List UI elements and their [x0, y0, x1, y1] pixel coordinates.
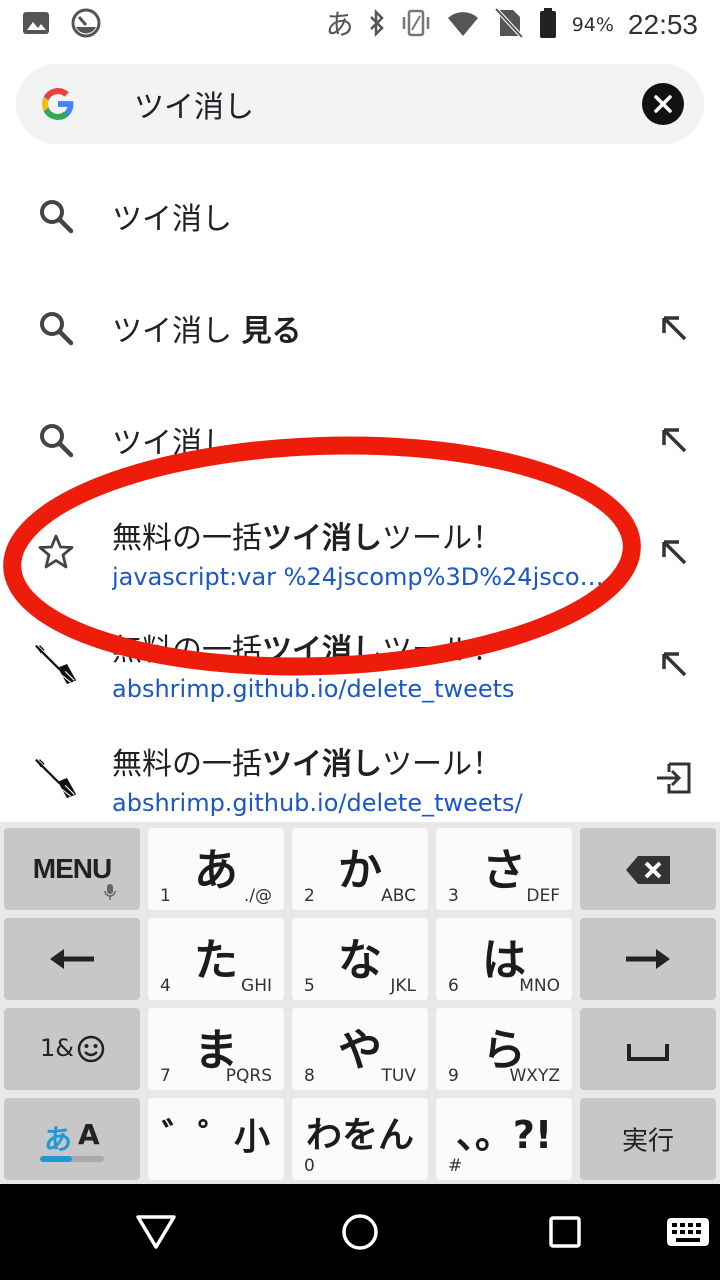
key-ma[interactable]: ま 7 PQRS: [148, 1008, 284, 1090]
suggestion-title: 無料の一括ツイ消しツール！: [112, 747, 502, 782]
key-dakuten[interactable]: ゛゜小: [148, 1098, 284, 1180]
broom-icon: [34, 642, 78, 686]
navigation-bar: [0, 1184, 720, 1280]
fill-arrow-icon: [662, 540, 687, 565]
bluetooth-icon: [368, 8, 386, 41]
key-na[interactable]: な 5 JKL: [292, 918, 428, 1000]
key-wa[interactable]: わをん 0: [292, 1098, 428, 1180]
space-key[interactable]: [580, 1008, 716, 1090]
microphone-icon: [104, 884, 116, 900]
key-ha[interactable]: は 6 MNO: [436, 918, 572, 1000]
switch-tab-icon: [657, 762, 691, 794]
battery-percent: 94%: [571, 14, 614, 36]
key-ya[interactable]: や 8 TUV: [292, 1008, 428, 1090]
input-mode-key[interactable]: あ A: [4, 1098, 140, 1180]
smiley-icon: [77, 1035, 105, 1063]
suggestion-row-history-2[interactable]: 無料の一括ツイ消しツール！ abshrimp.github.io/delete_…: [0, 722, 720, 834]
fill-arrow-icon: [662, 428, 687, 453]
backspace-key[interactable]: [580, 828, 716, 910]
recents-icon: [549, 1216, 581, 1248]
suggestion-url: javascript:var %24jscomp%3D%24jscomp||{}…: [112, 563, 612, 591]
enter-key[interactable]: 実行: [580, 1098, 716, 1180]
keyboard-switch-button[interactable]: [666, 1217, 710, 1247]
battery-icon: [538, 7, 558, 43]
google-g-icon: [38, 84, 78, 124]
suggestion-text: ツイ消し: [112, 202, 232, 237]
key-a[interactable]: あ 1 ./@: [148, 828, 284, 910]
broom-icon: [34, 756, 78, 800]
suggestion-row-history-1[interactable]: 無料の一括ツイ消しツール！ abshrimp.github.io/delete_…: [0, 608, 720, 720]
fill-arrow-button[interactable]: [654, 532, 694, 572]
back-icon: [136, 1215, 176, 1249]
suggestion-row-3[interactable]: ツイ消し: [0, 384, 720, 496]
suggestion-title: 無料の一括ツイ消しツール！: [112, 633, 502, 668]
arrow-right-icon: [626, 949, 670, 969]
fill-arrow-button[interactable]: [654, 644, 694, 684]
backspace-icon: [626, 856, 670, 884]
fill-arrow-button[interactable]: [654, 308, 694, 348]
switch-tab-button[interactable]: [654, 758, 694, 798]
suggestion-row-1[interactable]: ツイ消し: [0, 160, 720, 272]
ime-indicator: あ: [325, 8, 354, 41]
input-mode-indicator: [40, 1156, 104, 1162]
search-icon: [34, 418, 78, 462]
suggestion-text: ツイ消し: [112, 426, 232, 461]
clear-icon: [654, 95, 672, 113]
suggestion-url: abshrimp.github.io/delete_tweets/: [112, 789, 523, 817]
search-input[interactable]: ツイ消し: [134, 82, 254, 126]
key-sa[interactable]: さ 3 DEF: [436, 828, 572, 910]
fill-arrow-button[interactable]: [654, 420, 694, 460]
image-icon: [22, 10, 50, 40]
search-icon: [34, 194, 78, 238]
key-ra[interactable]: ら 9 WXYZ: [436, 1008, 572, 1090]
search-bar[interactable]: ツイ消し: [16, 64, 704, 144]
clear-button[interactable]: [642, 83, 684, 125]
suggestion-text: ツイ消し 見る: [112, 314, 302, 349]
fill-arrow-icon: [662, 652, 687, 677]
no-sim-icon: [494, 7, 524, 43]
home-icon: [342, 1214, 378, 1250]
key-ta[interactable]: た 4 GHI: [148, 918, 284, 1000]
status-bar: あ 94% 22:53: [0, 0, 720, 50]
search-icon: [34, 306, 78, 350]
suggestion-row-2[interactable]: ツイ消し 見る: [0, 272, 720, 384]
suggestion-title: 無料の一括ツイ消しツール！: [112, 521, 502, 556]
suggestion-row-bookmark[interactable]: 無料の一括ツイ消しツール！ javascript:var %24jscomp%3…: [0, 496, 720, 608]
key-punctuation[interactable]: 、。?! #: [436, 1098, 572, 1180]
cursor-right-key[interactable]: [580, 918, 716, 1000]
star-icon: [34, 530, 78, 574]
menu-key[interactable]: MENU: [4, 828, 140, 910]
arrow-left-icon: [50, 949, 94, 969]
keyboard-icon: [667, 1218, 709, 1246]
cursor-left-key[interactable]: [4, 918, 140, 1000]
home-button[interactable]: [340, 1212, 380, 1252]
speedometer-icon: [70, 7, 102, 43]
clock: 22:53: [627, 9, 698, 40]
space-icon: [627, 1044, 669, 1061]
ime-keyboard: MENU あ 1 ./@ か 2 ABC さ 3 DEF た 4 GHI な 5 JKL は 6 MNO…: [0, 822, 720, 1184]
key-ka[interactable]: か 2 ABC: [292, 828, 428, 910]
back-button[interactable]: [134, 1213, 178, 1251]
suggestion-url: abshrimp.github.io/delete_tweets: [112, 675, 515, 703]
wifi-icon: [446, 8, 480, 42]
vibrate-icon: [400, 8, 432, 42]
symbol-emoji-key[interactable]: 1&: [4, 1008, 140, 1090]
recents-button[interactable]: [548, 1215, 582, 1249]
fill-arrow-icon: [662, 316, 687, 341]
